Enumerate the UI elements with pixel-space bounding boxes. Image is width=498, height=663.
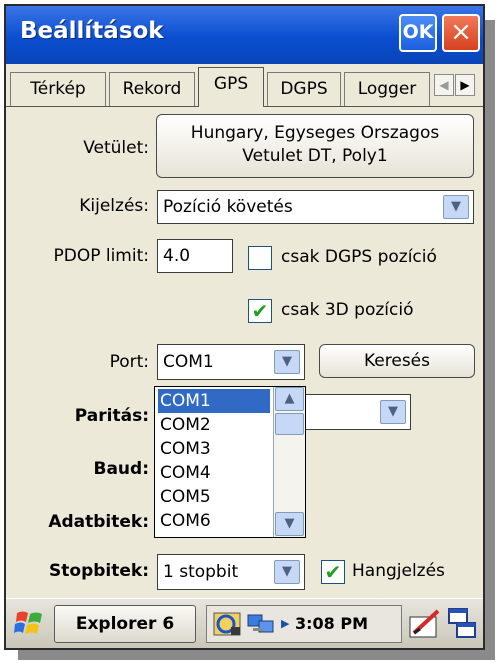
kijelzes-label: Kijelzés: [79,196,149,216]
vetulet-button-line1: Hungary, Egyseges Orszagos [190,123,440,143]
ok-button[interactable]: OK [399,14,437,52]
input-panel-pen-icon[interactable] [408,607,442,641]
tab-scroll-left-icon[interactable]: ◀ [434,74,454,96]
port-option[interactable]: COM4 [158,461,270,485]
window-switcher-icon[interactable] [446,607,478,641]
port-dropdown-list[interactable]: COM1 COM2 COM3 COM4 COM5 COM6 ▲ ▼ [154,386,306,538]
port-option[interactable]: COM1 [158,389,270,413]
tab-logger[interactable]: Logger [344,72,430,106]
close-button[interactable]: × [442,14,480,52]
csak-3d-label: csak 3D pozíció [281,300,414,320]
tab-strip: Térkép Rekord GPS DGPS Logger ◀ ▶ [6,64,483,108]
tab-terkep[interactable]: Térkép [10,72,106,106]
tray-expand-arrow-icon[interactable]: ▶ [281,606,289,642]
pdop-input[interactable]: 4.0 [157,239,233,273]
port-option[interactable]: COM3 [158,437,270,461]
vetulet-button-line2: Vetulet DT, Poly1 [242,146,388,166]
adatbitek-label: Adatbitek: [48,512,149,532]
title-bar: Beállítások OK × [6,6,483,64]
pdop-label: PDOP limit: [53,246,149,266]
clock[interactable]: 3:08 PM [295,606,368,642]
port-option[interactable]: COM2 [158,413,270,437]
scroll-thumb[interactable] [275,413,304,435]
kijelzes-select[interactable]: Pozíció követés [157,190,474,224]
hangjelzes-label: Hangjelzés [352,561,445,581]
explorer-task-button[interactable]: Explorer 6 [54,605,196,643]
vetulet-label: Vetület: [83,138,149,158]
csak-dgps-checkbox[interactable] [248,246,272,270]
network-connection-icon[interactable] [247,612,279,636]
kijelzes-dropdown-arrow-icon[interactable]: ▼ [443,195,469,219]
port-option[interactable]: COM6 [158,509,270,533]
stopbitek-dropdown-arrow-icon[interactable]: ▼ [274,560,300,584]
start-windows-flag-icon[interactable] [14,607,46,639]
kereses-button[interactable]: Keresés [319,344,475,378]
scroll-down-icon[interactable]: ▼ [275,512,304,536]
tab-gps[interactable]: GPS [198,67,264,107]
csak-dgps-label: csak DGPS pozíció [281,247,437,267]
hangjelzes-checkbox[interactable]: ✔ [321,560,345,584]
settings-window: Beállítások OK × Térkép Rekord GPS DGPS … [4,4,485,650]
stopbitek-value: 1 stopbit [163,562,239,582]
gps-tray-icon[interactable] [213,611,243,637]
tab-scroll-right-icon[interactable]: ▶ [455,74,475,96]
port-option[interactable]: COM5 [158,485,270,509]
kijelzes-value: Pozíció követés [163,197,293,217]
tab-dgps[interactable]: DGPS [267,72,341,106]
port-dropdown-arrow-icon[interactable]: ▼ [274,350,300,374]
baud-label: Baud: [93,459,150,479]
system-tray: ▶ 3:08 PM [206,605,402,643]
port-label: Port: [109,352,149,372]
paritas-label: Paritás: [74,406,149,426]
paritas-dropdown-arrow-icon[interactable]: ▼ [380,400,406,424]
stopbitek-label: Stopbitek: [49,561,149,581]
tab-rekord[interactable]: Rekord [109,72,195,106]
scroll-up-icon[interactable]: ▲ [275,387,304,411]
port-list-scrollbar[interactable]: ▲ ▼ [273,387,305,537]
port-value: COM1 [163,352,214,372]
csak-3d-checkbox[interactable]: ✔ [248,299,272,323]
window-title: Beállítások [20,18,164,44]
taskbar: Explorer 6 ▶ 3:08 PM [6,598,483,648]
vetulet-button[interactable]: Hungary, Egyseges Orszagos Vetulet DT, P… [156,114,474,178]
